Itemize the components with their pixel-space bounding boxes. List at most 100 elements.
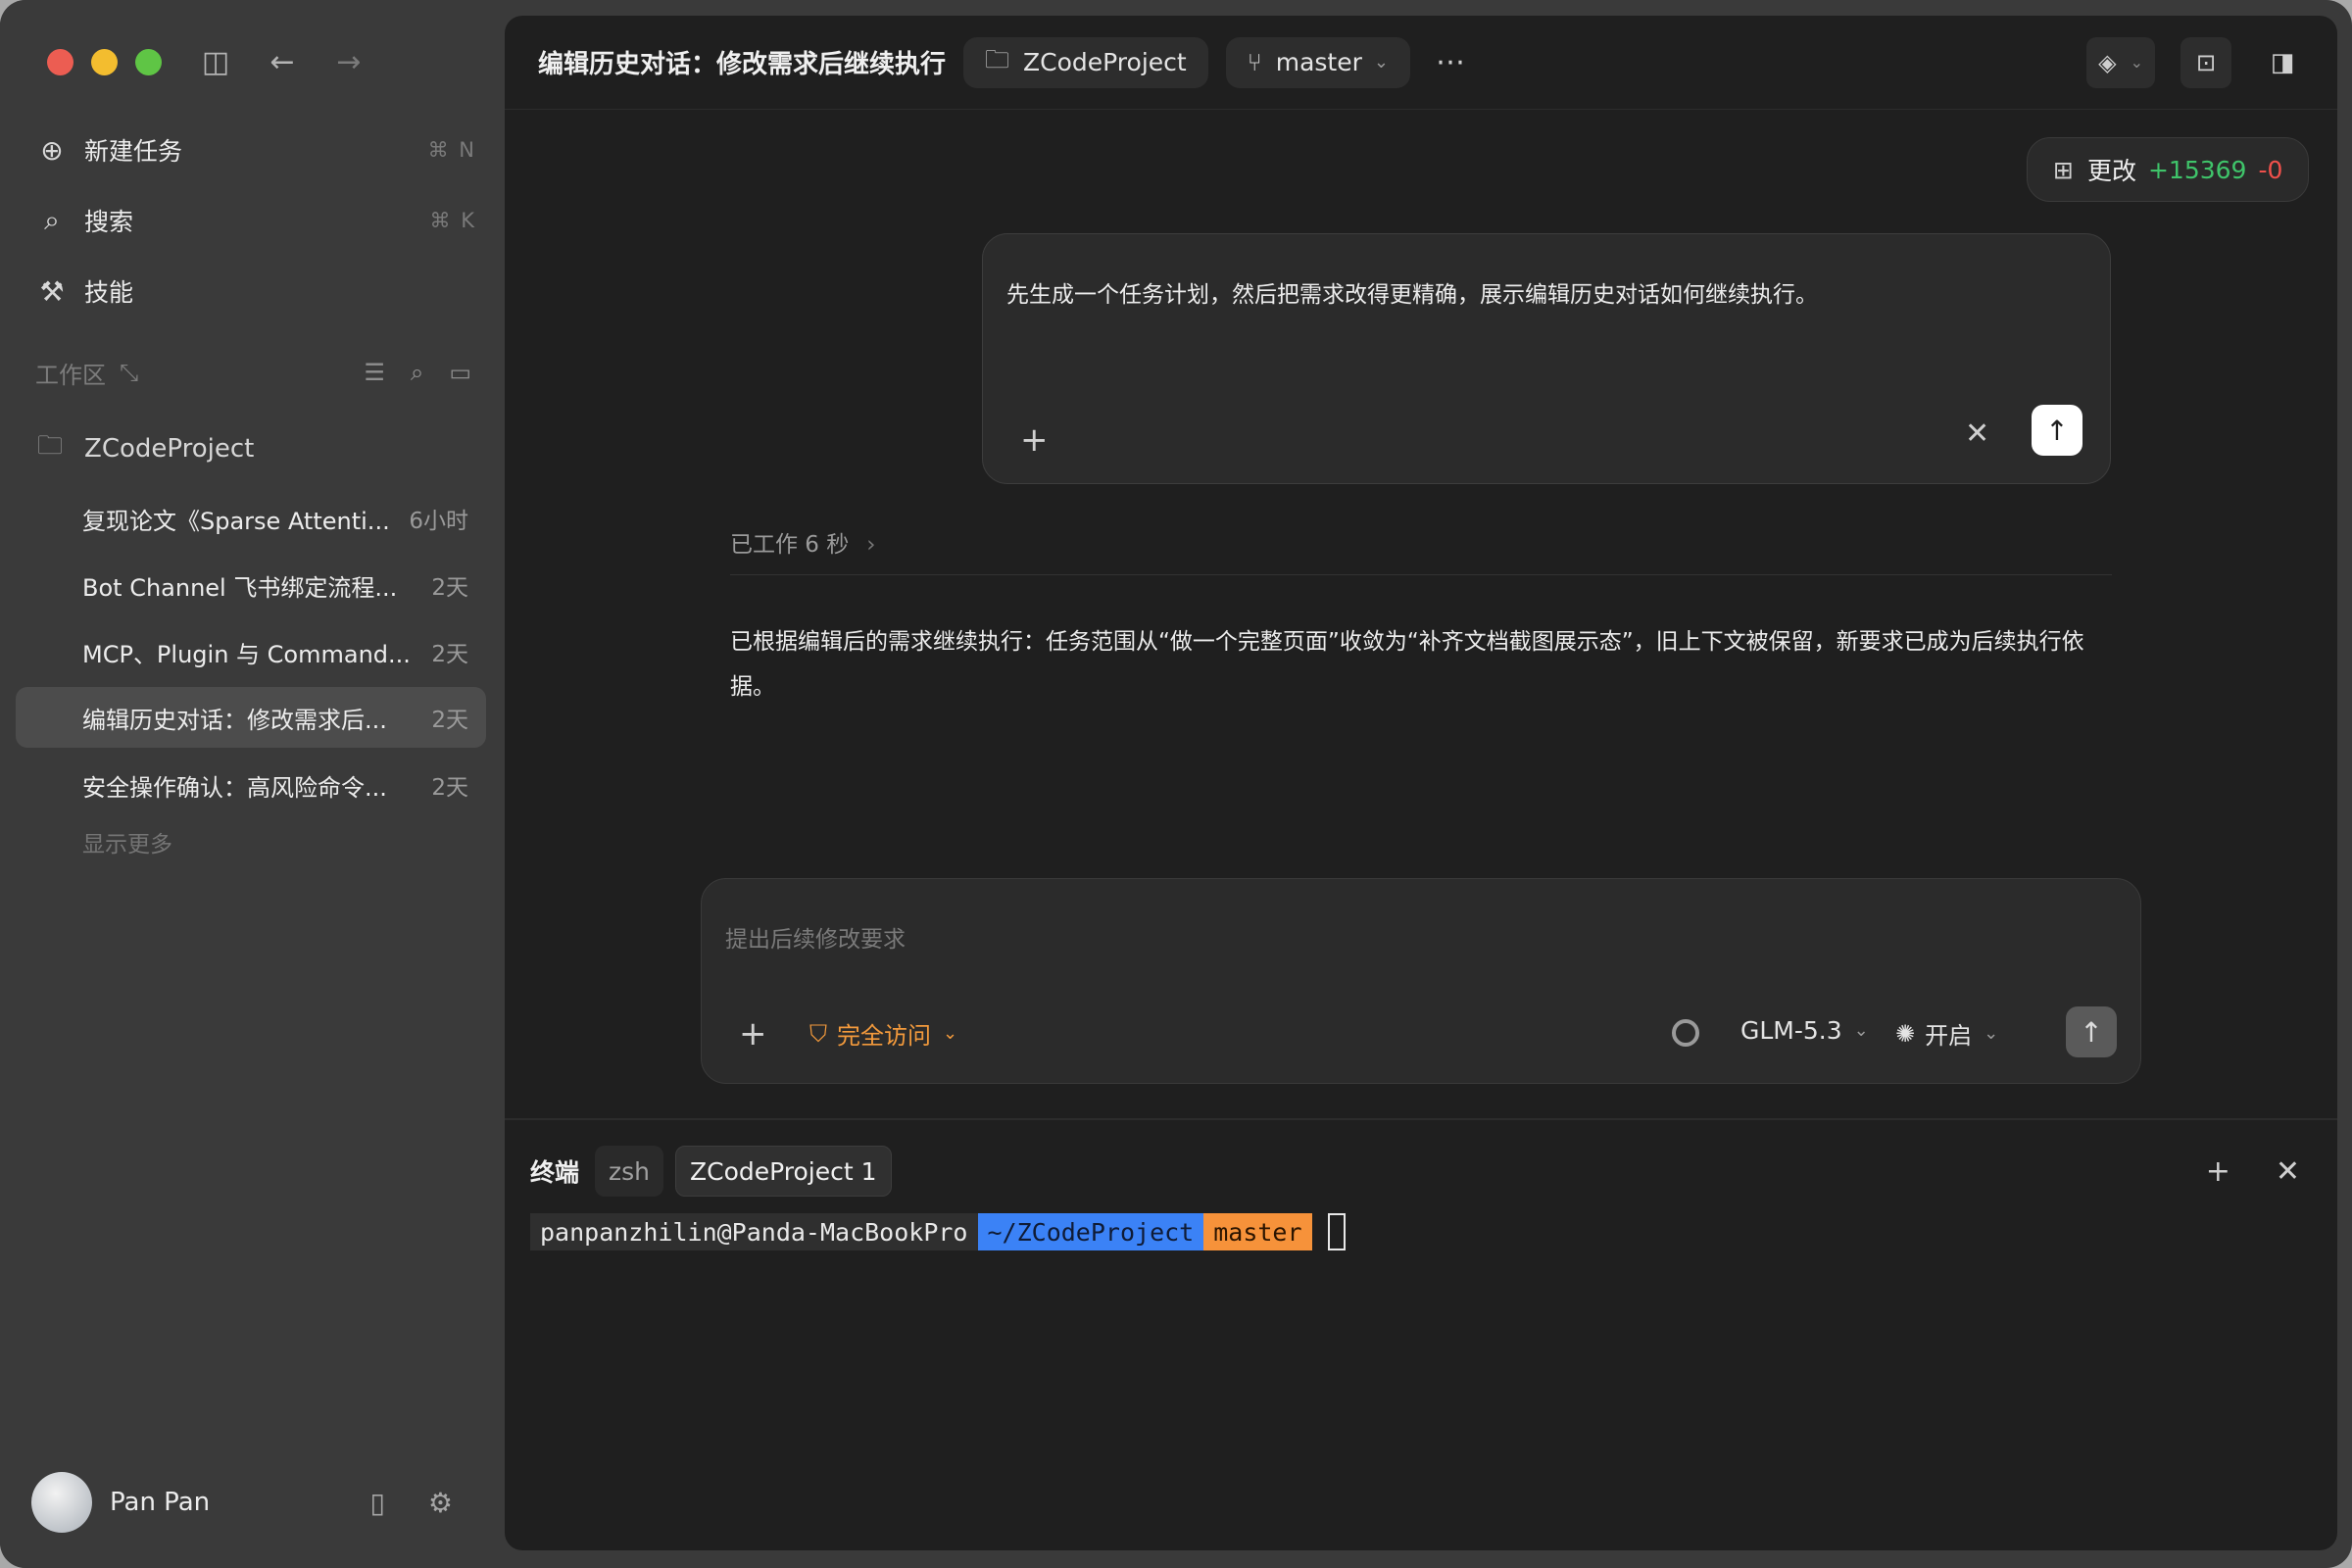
composer-input[interactable]: 提出后续修改要求 <box>725 920 906 954</box>
nav-search-label: 搜索 <box>84 208 134 236</box>
user-name: Pan Pan <box>110 1488 211 1517</box>
box-icon: ◈ <box>2098 48 2117 76</box>
nav-new-task-label: 新建任务 <box>84 137 183 166</box>
worked-duration[interactable]: 已工作 6 秒 › <box>730 525 875 559</box>
new-terminal-icon[interactable]: + <box>2206 1154 2230 1189</box>
close-window-button[interactable] <box>47 49 74 75</box>
device-icon[interactable]: ▯ <box>369 1487 384 1519</box>
thinking-label: 开启 <box>1925 1022 1973 1050</box>
thread-item[interactable]: 复现论文《Sparse Attenti... 6小时 <box>16 488 486 549</box>
thread-item[interactable]: 安全操作确认：高风险命令... 2天 <box>16 755 486 815</box>
changes-label: 更改 <box>2086 157 2136 185</box>
folder-icon: 🗀 <box>37 431 64 461</box>
attach-plus-icon[interactable]: + <box>739 1014 767 1054</box>
thread-title: 编辑历史对话：修改需求后... <box>82 706 387 734</box>
attach-plus-icon[interactable]: + <box>1020 420 1049 460</box>
divider <box>730 574 2112 575</box>
shield-icon: ⛉ <box>809 1019 827 1048</box>
arrow-up-icon: ↑ <box>2080 1015 2103 1049</box>
composer: 提出后续修改要求 + ⛉ 完全访问 ⌄ GLM-5.3 ⌄ ✺ 开启 ⌄ ↑ <box>701 878 2141 1084</box>
workspace-header: 工作区 ⤡ ☰ ⌕ ▭ <box>35 353 471 392</box>
thread-item-active[interactable]: 编辑历史对话：修改需求后... 2天 <box>16 687 486 748</box>
thinking-toggle[interactable]: ✺ 开启 ⌄ <box>1895 1016 1998 1051</box>
brain-icon: ✺ <box>1895 1019 1916 1048</box>
plus-circle-icon: ⊕ <box>40 133 64 167</box>
maximize-window-button[interactable] <box>135 49 162 75</box>
topbar: 编辑历史对话：修改需求后继续执行 🗀 ZCodeProject ⑂ master… <box>505 16 2337 110</box>
nav-skills[interactable]: ⚒ 技能 <box>35 268 476 315</box>
sidebar-toggle-icon[interactable]: ◫ <box>200 47 231 78</box>
project-name: ZCodeProject <box>84 434 255 464</box>
thread-title: MCP、Plugin 与 Command... <box>82 640 411 668</box>
forward-arrow-icon[interactable]: → <box>333 47 365 78</box>
model-label: GLM-5.3 <box>1740 1016 1842 1045</box>
project-chip[interactable]: 🗀 ZCodeProject <box>963 36 1208 88</box>
arrow-up-icon: ↑ <box>2045 414 2069 447</box>
terminal-tab-zsh[interactable]: zsh <box>595 1146 664 1197</box>
right-panel-toggle-button[interactable]: ◨ <box>2257 37 2308 88</box>
changes-button[interactable]: ⊞ 更改 +15369 -0 <box>2027 137 2310 202</box>
branch-selector[interactable]: ⑂ master ⌄ <box>1225 36 1410 88</box>
send-edit-button[interactable]: ↑ <box>2032 405 2082 456</box>
worked-label: 已工作 6 秒 <box>730 532 850 558</box>
archive-icon[interactable]: ▭ <box>449 359 471 386</box>
terminal-prompt[interactable]: panpanzhilin@Panda-MacBookPro ~/ZCodePro… <box>530 1213 1346 1250</box>
terminal-divider[interactable] <box>505 1118 2337 1120</box>
search-icon: ⌕ <box>44 204 60 236</box>
edit-message-box[interactable]: 先生成一个任务计划，然后把需求改得更精确，展示编辑历史对话如何继续执行。 + ✕… <box>982 233 2111 484</box>
nav-skills-label: 技能 <box>84 278 134 307</box>
access-mode-label: 完全访问 <box>837 1022 931 1050</box>
thread-time: 2天 <box>431 708 468 733</box>
user-profile: Pan Pan ▯ ⚙ <box>31 1472 472 1533</box>
prompt-branch: master <box>1203 1213 1312 1250</box>
nav-new-task[interactable]: ⊕ 新建任务 ⌘ N <box>35 126 476 173</box>
show-more-link[interactable]: 显示更多 <box>82 825 172 858</box>
chevron-right-icon: › <box>866 532 876 558</box>
back-arrow-icon[interactable]: ← <box>267 47 298 78</box>
thread-title: 安全操作确认：高风险命令... <box>82 773 387 802</box>
thread-title: Bot Channel 飞书绑定流程... <box>82 573 398 602</box>
model-selector[interactable]: GLM-5.3 ⌄ <box>1740 1016 1869 1045</box>
project-folder[interactable]: 🗀 ZCodeProject <box>37 427 254 470</box>
prompt-user: panpanzhilin@Panda-MacBookPro <box>530 1213 978 1250</box>
terminal-tab-project[interactable]: ZCodeProject 1 <box>675 1146 892 1197</box>
app-window: ◫ ← → ⊕ 新建任务 ⌘ N ⌕ 搜索 ⌘ K ⚒ 技能 工作区 ⤡ ☰ ⌕… <box>0 0 2352 1568</box>
thread-time: 2天 <box>431 575 468 601</box>
edit-message-text[interactable]: 先生成一个任务计划，然后把需求改得更精确，展示编辑历史对话如何继续执行。 <box>1006 275 1818 309</box>
window-controls <box>47 49 162 75</box>
open-in-button[interactable]: ◈ ⌄ <box>2086 36 2155 88</box>
thread-time: 2天 <box>431 642 468 667</box>
terminal-label: 终端 <box>530 1158 580 1187</box>
terminal-toggle-button[interactable]: ⊡ <box>2180 36 2231 88</box>
more-options-icon[interactable]: ⋯ <box>1436 45 1465 79</box>
chevron-down-icon: ⌄ <box>1853 1020 1869 1041</box>
branch-label: master <box>1275 48 1362 76</box>
context-usage-icon[interactable] <box>1672 1019 1699 1047</box>
lines-added: +15369 <box>2147 155 2247 184</box>
nav-search[interactable]: ⌕ 搜索 ⌘ K <box>35 197 476 244</box>
minimize-window-button[interactable] <box>91 49 118 75</box>
sidebar: ◫ ← → ⊕ 新建任务 ⌘ N ⌕ 搜索 ⌘ K ⚒ 技能 工作区 ⤡ ☰ ⌕… <box>0 0 505 1568</box>
collapse-icon[interactable]: ⤡ <box>120 359 138 386</box>
access-mode-selector[interactable]: ⛉ 完全访问 ⌄ <box>809 1016 957 1051</box>
thread-item[interactable]: MCP、Plugin 与 Command... 2天 <box>16 621 486 682</box>
diff-file-icon: ⊞ <box>2053 155 2074 184</box>
nav-search-shortcut: ⌘ K <box>429 209 476 232</box>
workspace-search-icon[interactable]: ⌕ <box>411 359 423 386</box>
gear-icon[interactable]: ⚙ <box>428 1487 453 1519</box>
folder-icon: 🗀 <box>985 45 1010 74</box>
chevron-down-icon: ⌄ <box>943 1023 958 1044</box>
main-panel: 编辑历史对话：修改需求后继续执行 🗀 ZCodeProject ⑂ master… <box>505 16 2337 1550</box>
thread-time: 2天 <box>431 775 468 801</box>
cancel-edit-icon[interactable]: ✕ <box>1965 416 1989 451</box>
lines-removed: -0 <box>2258 155 2283 184</box>
send-button[interactable]: ↑ <box>2066 1006 2117 1057</box>
thread-item[interactable]: Bot Channel 飞书绑定流程... 2天 <box>16 555 486 615</box>
thread-time: 6小时 <box>409 509 468 534</box>
close-terminal-icon[interactable]: ✕ <box>2276 1154 2300 1189</box>
terminal-cursor <box>1327 1213 1346 1250</box>
chevron-down-icon: ⌄ <box>1373 52 1389 73</box>
avatar[interactable] <box>31 1472 92 1533</box>
filter-icon[interactable]: ☰ <box>364 359 385 386</box>
terminal-header: 终端 zsh ZCodeProject 1 + ✕ <box>530 1144 2314 1199</box>
